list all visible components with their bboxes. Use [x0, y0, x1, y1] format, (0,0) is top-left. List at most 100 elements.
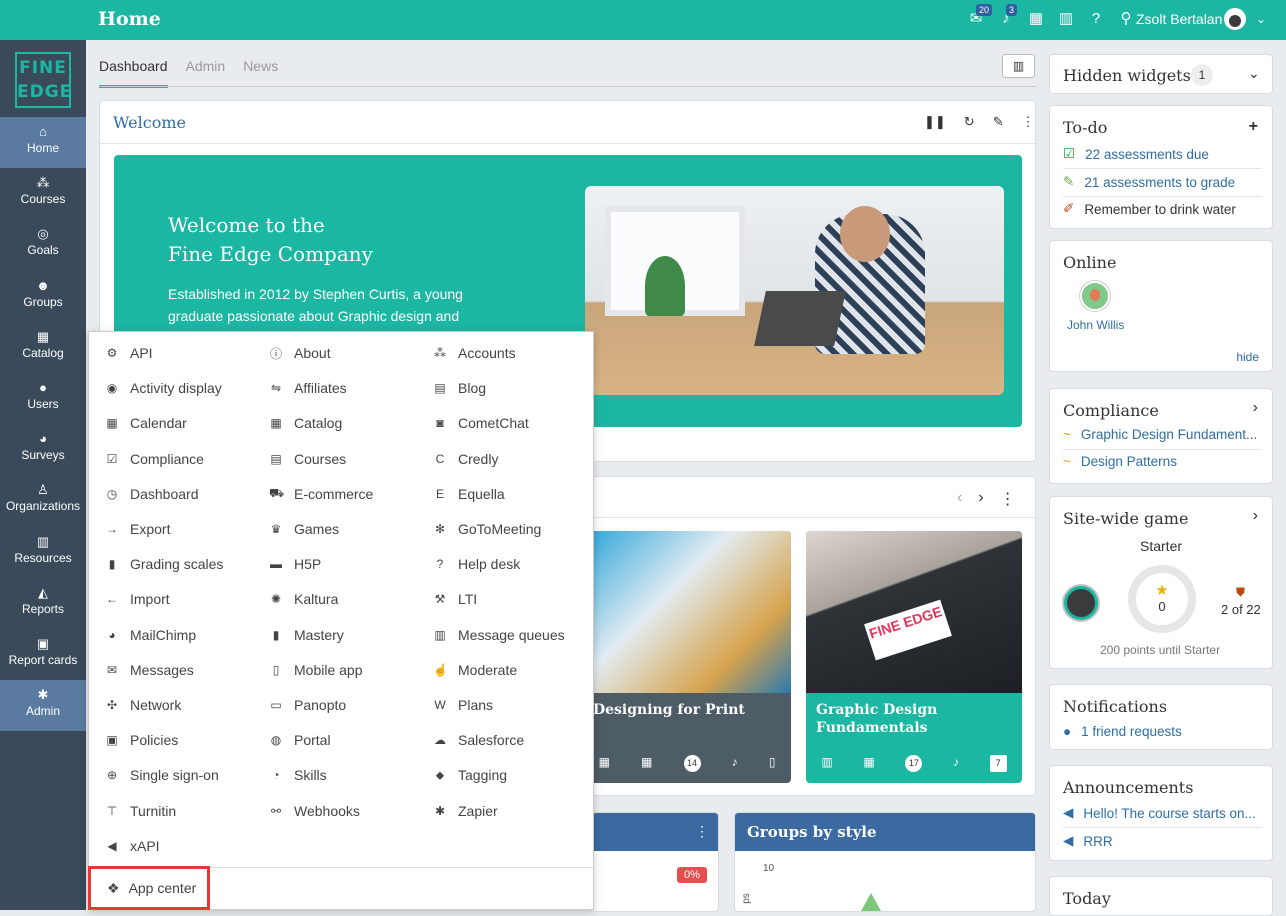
sidebar-item-goals[interactable]: ◎ Goals: [0, 219, 86, 270]
menu-item-tagging[interactable]: ⬥ Tagging: [433, 765, 507, 785]
todo-item[interactable]: ✎ 21 assessments to grade: [1063, 174, 1263, 190]
compliance-item[interactable]: ~ Design Patterns: [1063, 454, 1263, 469]
chevron-down-icon[interactable]: ⌄: [1248, 65, 1260, 82]
divider: [100, 143, 1035, 144]
online-user-name[interactable]: John Willis: [1067, 318, 1124, 332]
menu-item-h5p[interactable]: ▬ H5P: [269, 554, 321, 574]
menu-item-panopto[interactable]: ▭ Panopto: [269, 695, 346, 715]
points-until: 200 points until Starter: [1100, 643, 1221, 657]
menu-item-webhooks[interactable]: ⚯ Webhooks: [269, 801, 360, 821]
todo-item[interactable]: ☑ 22 assessments due: [1063, 146, 1263, 162]
menu-item-xapi[interactable]: ◀ xAPI: [105, 836, 159, 856]
menu-item-calendar[interactable]: ▦ Calendar: [105, 413, 187, 433]
hidden-widgets[interactable]: Hidden widgets 1 ⌄: [1049, 54, 1273, 94]
user-avatar[interactable]: [1080, 281, 1110, 311]
menu-item-activity-display[interactable]: ◉ Activity display: [105, 378, 222, 398]
menu-item-about[interactable]: ⓘ About: [269, 343, 331, 363]
menu-item-blog[interactable]: ▤ Blog: [433, 378, 486, 398]
sidebar-item-reports[interactable]: ◭ Reports: [0, 578, 86, 629]
user-avatar[interactable]: [1224, 8, 1246, 30]
chevron-down-icon[interactable]: ⌄: [1256, 12, 1266, 26]
menu-item-policies[interactable]: ▣ Policies: [105, 730, 178, 750]
menu-item-mailchimp[interactable]: ◕ MailChimp: [105, 625, 196, 645]
menu-item-plans[interactable]: W Plans: [433, 695, 493, 715]
todo-item[interactable]: ✐ Remember to drink water: [1063, 201, 1263, 217]
sidebar-item-admin[interactable]: ✱ Admin: [0, 680, 86, 732]
menu-item-credly[interactable]: C Credly: [433, 449, 499, 469]
menu-item-mastery[interactable]: ▮ Mastery: [269, 625, 344, 645]
dashboard-icon: ◷: [106, 486, 118, 501]
menu-item-lti[interactable]: ⚒ LTI: [433, 589, 478, 609]
menu-item-gotomeeting[interactable]: ✻ GoToMeeting: [433, 519, 541, 539]
menu-item-import[interactable]: ← Import: [105, 589, 170, 609]
trash-icon[interactable]: ▥: [1058, 10, 1074, 27]
prev-icon[interactable]: ‹: [957, 489, 962, 509]
sidebar-item-surveys[interactable]: ◕ Surveys: [0, 424, 86, 475]
chevron-right-icon[interactable]: ›: [1253, 399, 1258, 417]
more-icon[interactable]: ⋮: [1000, 489, 1016, 509]
pause-icon[interactable]: ❚❚: [924, 114, 946, 130]
menu-item-courses[interactable]: ▤ Courses: [269, 449, 346, 469]
fine-edge-logo[interactable]: FINE EDGE: [15, 52, 71, 108]
user-name[interactable]: Zsolt Bertalan: [1136, 11, 1222, 27]
sidebar-item-home[interactable]: ⌂ Home: [0, 117, 86, 168]
menu-item-api[interactable]: ⚙ API: [105, 343, 153, 363]
sidebar-item-groups[interactable]: ☻ Groups: [0, 271, 86, 322]
add-icon[interactable]: +: [1249, 118, 1258, 136]
tab-news[interactable]: News: [243, 50, 278, 88]
layout-toggle-button[interactable]: ▥: [1002, 54, 1035, 78]
menu-item-network[interactable]: ✣ Network: [105, 695, 181, 715]
course-card-designing-for-print[interactable]: Designing for Print ▦ ▦ 14 ♪ ▯: [583, 531, 791, 783]
menu-item-zapier[interactable]: ✱ Zapier: [433, 801, 498, 821]
more-icon[interactable]: ⋮: [695, 823, 709, 840]
search-icon[interactable]: ⚲: [1118, 10, 1134, 27]
sidebar-item-courses[interactable]: ⁂ Courses: [0, 168, 86, 219]
sidebar-item-catalog[interactable]: ▦ Catalog: [0, 322, 86, 373]
calendar-icon[interactable]: ▦: [1028, 10, 1044, 27]
bell-icon[interactable]: ♪ 3: [998, 4, 1018, 27]
course-card-graphic-design-fundamentals[interactable]: FINE EDGE Graphic Design Fundamentals ▥ ▦…: [806, 531, 1022, 783]
next-icon[interactable]: ›: [978, 489, 983, 509]
menu-item-moderate[interactable]: ☝ Moderate: [433, 660, 517, 680]
tab-dashboard[interactable]: Dashboard: [99, 50, 168, 88]
menu-item-export[interactable]: → Export: [105, 519, 170, 539]
edit-icon[interactable]: ✎: [993, 114, 1004, 130]
refresh-icon[interactable]: ↻: [964, 114, 975, 130]
menu-item-grading-scales[interactable]: ▮ Grading scales: [105, 554, 224, 574]
help-icon[interactable]: ?: [1088, 10, 1104, 27]
sidebar-item-organizations[interactable]: ♙ Organizations: [0, 475, 86, 526]
menu-item-catalog[interactable]: ▦ Catalog: [269, 413, 342, 433]
sidebar-item-report-cards[interactable]: ▣ Report cards: [0, 629, 86, 680]
more-icon[interactable]: ⋮: [1022, 114, 1035, 130]
hide-link[interactable]: hide: [1236, 350, 1259, 364]
menu-item-single-sign-on[interactable]: ⊕ Single sign-on: [105, 765, 219, 785]
app-center-item[interactable]: ❖ App center: [88, 866, 210, 910]
notification-item[interactable]: ● 1 friend requests: [1063, 724, 1263, 739]
menu-item-turnitin[interactable]: ⊤ Turnitin: [105, 801, 176, 821]
menu-item-affiliates[interactable]: ⇋ Affiliates: [269, 378, 347, 398]
sidebar-item-resources[interactable]: ▥ Resources: [0, 527, 86, 578]
menu-item-equella[interactable]: E Equella: [433, 484, 505, 504]
menu-item-skills[interactable]: ◔ Skills: [269, 765, 326, 785]
menu-item-kaltura[interactable]: ✺ Kaltura: [269, 589, 338, 609]
tab-admin[interactable]: Admin: [186, 50, 226, 88]
chevron-right-icon[interactable]: ›: [1253, 507, 1258, 525]
menu-item-compliance[interactable]: ☑ Compliance: [105, 449, 204, 469]
menu-item-messages[interactable]: ✉ Messages: [105, 660, 194, 680]
menu-item-salesforce[interactable]: ☁ Salesforce: [433, 730, 524, 750]
messages-icon[interactable]: ✉ 20: [968, 4, 993, 27]
network-icon: ✣: [106, 698, 118, 712]
menu-item-games[interactable]: ♛ Games: [269, 519, 340, 539]
menu-item-accounts[interactable]: ⁂ Accounts: [433, 343, 516, 363]
announcement-item[interactable]: ◀ RRR: [1063, 833, 1263, 849]
sidebar-item-users[interactable]: ● Users: [0, 373, 86, 424]
menu-item-mobile-app[interactable]: ▯ Mobile app: [269, 660, 363, 680]
menu-item-message-queues[interactable]: ▥ Message queues: [433, 625, 564, 645]
menu-item-help-desk[interactable]: ? Help desk: [433, 554, 521, 574]
menu-item-portal[interactable]: ◍ Portal: [269, 730, 331, 750]
announcement-item[interactable]: ◀ Hello! The course starts on...: [1063, 805, 1263, 821]
menu-item-dashboard[interactable]: ◷ Dashboard: [105, 484, 199, 504]
menu-item-cometchat[interactable]: ◙ CometChat: [433, 413, 528, 433]
compliance-item[interactable]: ~ Graphic Design Fundament...: [1063, 427, 1263, 442]
menu-item-e-commerce[interactable]: ⛟ E-commerce: [269, 484, 373, 504]
